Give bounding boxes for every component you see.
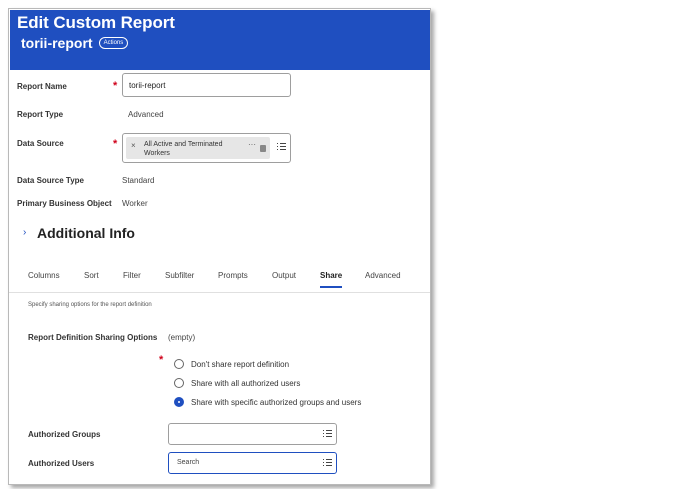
tab-columns[interactable]: Columns [28, 271, 60, 286]
tab-bar: Columns Sort Filter Subfilter Prompts Ou… [9, 269, 430, 293]
page-title: Edit Custom Report [17, 13, 175, 32]
radio-button[interactable] [174, 378, 184, 388]
radio-label: Don't share report definition [191, 359, 290, 369]
page-header: Edit Custom Report torii-report Actions [10, 10, 430, 70]
radio-button[interactable] [174, 359, 184, 369]
required-marker: * [113, 80, 118, 92]
tab-share[interactable]: Share [320, 271, 343, 288]
required-marker: * [159, 354, 164, 366]
radio-label: Share with all authorized users [191, 378, 301, 388]
edit-report-dialog: Edit Custom Report torii-report Actions … [8, 8, 431, 485]
close-icon[interactable]: × [131, 141, 136, 150]
share-hint: Specify sharing options for the report d… [28, 302, 152, 308]
data-source-type-label: Data Source Type [17, 176, 84, 185]
tab-subfilter[interactable]: Subfilter [165, 271, 194, 286]
data-source-input[interactable]: × All Active and Terminated Workers ··· [122, 133, 291, 163]
radio-button-selected[interactable] [174, 397, 184, 407]
report-subtitle: torii-report [21, 35, 93, 51]
tab-output[interactable]: Output [272, 271, 296, 286]
authorized-groups-label: Authorized Groups [28, 430, 101, 439]
actions-button[interactable]: Actions [98, 37, 129, 49]
tab-advanced[interactable]: Advanced [365, 271, 401, 286]
required-marker: * [113, 138, 118, 150]
sharing-options-value: (empty) [168, 333, 196, 342]
authorized-users-label: Authorized Users [28, 459, 95, 468]
related-actions-icon[interactable] [260, 145, 266, 152]
sharing-options-label: Report Definition Sharing Options [28, 333, 158, 342]
report-name-input[interactable]: torii-report [122, 73, 291, 97]
additional-info-heading: Additional Info [37, 225, 135, 241]
tab-prompts[interactable]: Prompts [218, 271, 248, 286]
data-source-pill: × All Active and Terminated Workers ··· [126, 137, 270, 159]
report-subtitle-row: torii-report Actions [21, 35, 129, 51]
radio-share-specific[interactable]: Share with specific authorized groups an… [174, 397, 361, 407]
report-type-value: Advanced [128, 110, 164, 119]
data-source-label: Data Source [17, 139, 64, 148]
list-icon[interactable] [323, 459, 332, 467]
primary-business-object-value: Worker [122, 199, 148, 208]
radio-label: Share with specific authorized groups an… [191, 397, 362, 407]
ellipsis-icon[interactable]: ··· [248, 140, 256, 149]
authorized-users-input[interactable]: Search [168, 452, 337, 474]
primary-business-object-label: Primary Business Object [17, 199, 112, 208]
radio-dont-share[interactable]: Don't share report definition [174, 359, 289, 369]
list-icon[interactable] [277, 143, 286, 151]
report-name-label: Report Name [17, 82, 67, 91]
tab-filter[interactable]: Filter [123, 271, 141, 286]
list-icon[interactable] [323, 430, 332, 438]
authorized-groups-input[interactable] [168, 423, 337, 445]
search-input[interactable]: Search [177, 459, 199, 466]
report-type-label: Report Type [17, 110, 64, 119]
tab-sort[interactable]: Sort [84, 271, 99, 286]
data-source-type-value: Standard [122, 176, 155, 185]
data-source-pill-text: All Active and Terminated Workers [144, 141, 223, 157]
radio-share-all[interactable]: Share with all authorized users [174, 378, 300, 388]
chevron-right-icon[interactable]: › [23, 227, 26, 238]
